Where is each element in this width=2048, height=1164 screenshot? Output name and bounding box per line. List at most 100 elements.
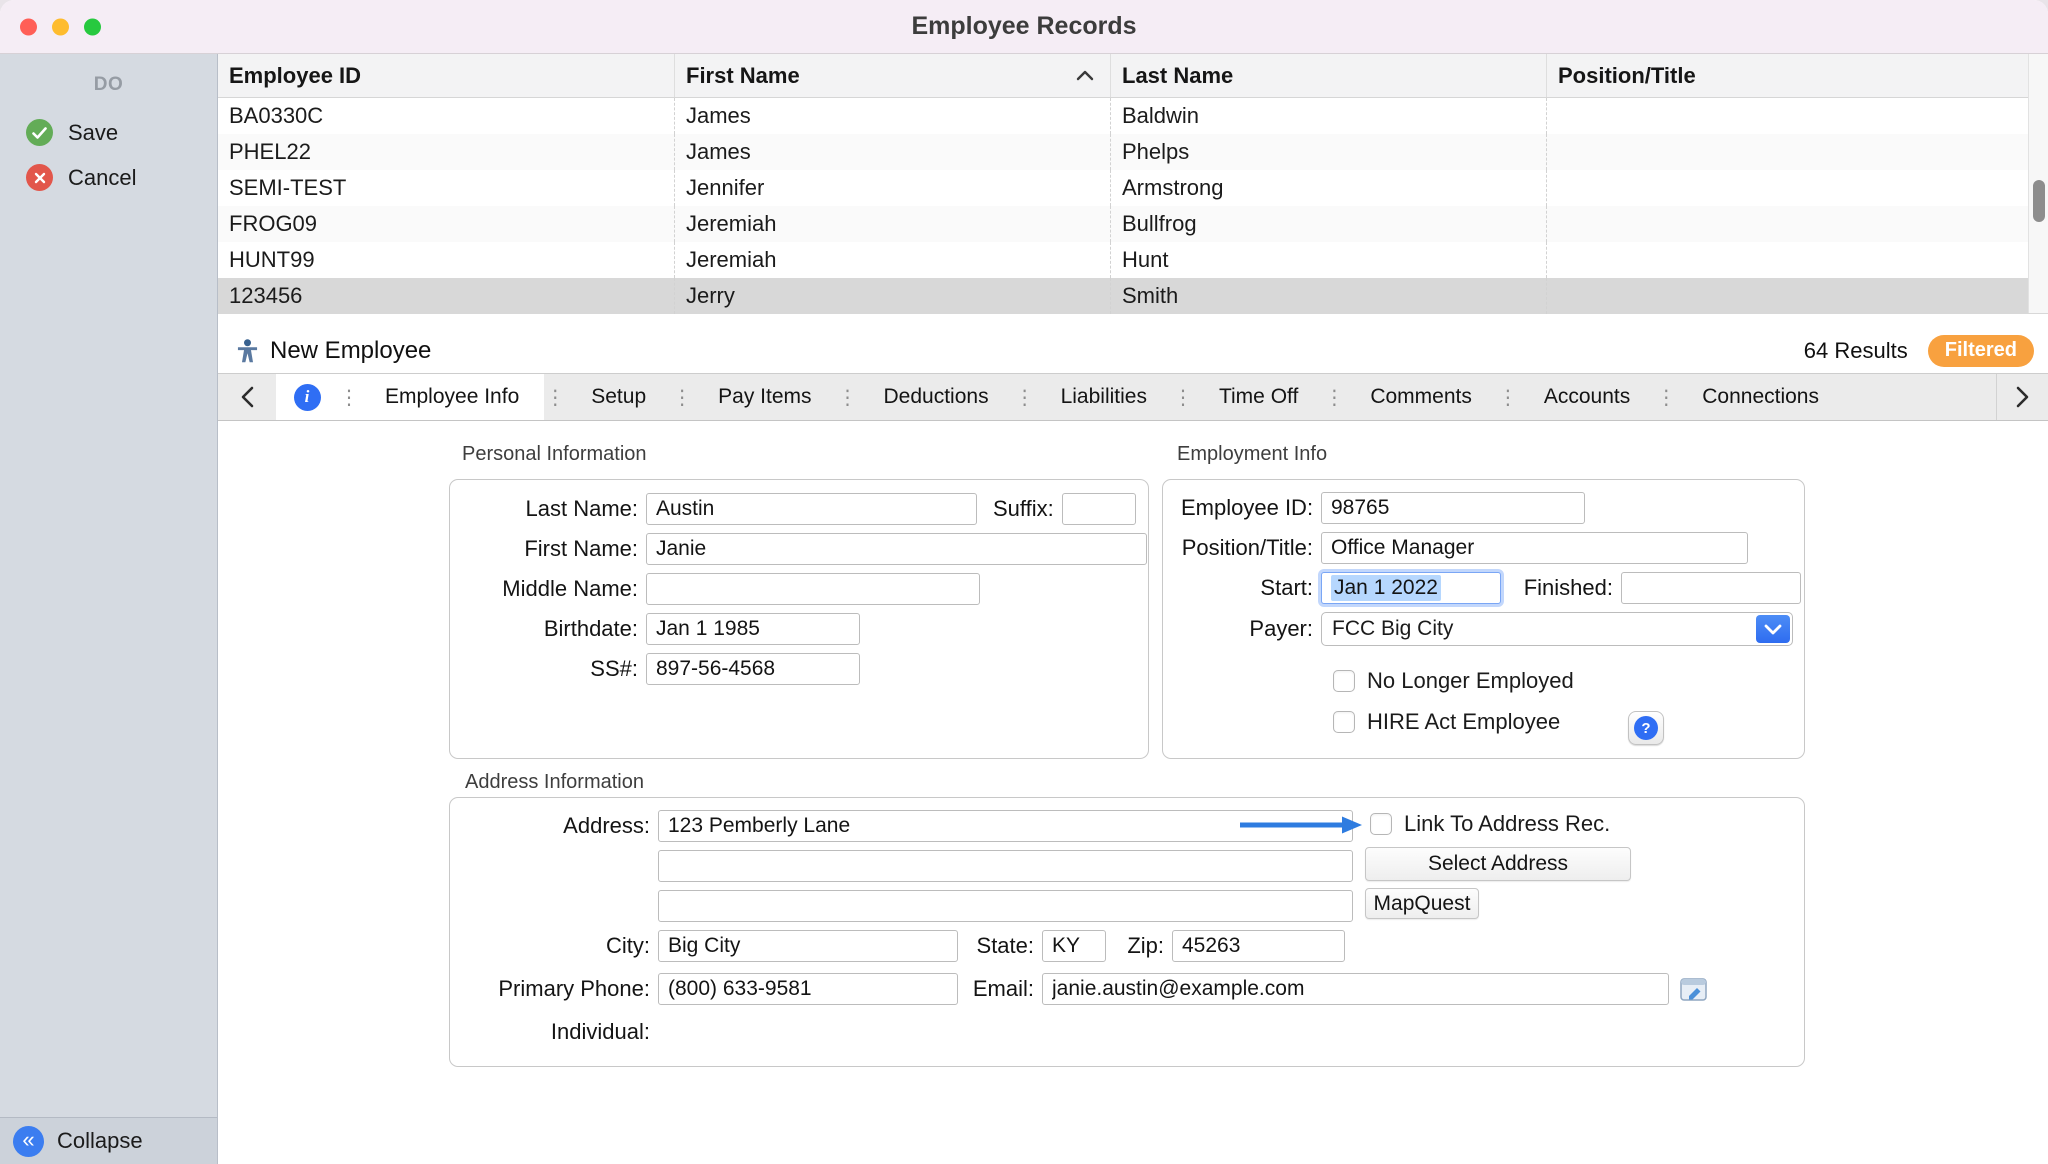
table-row-selected[interactable]: 123456 Jerry Smith [218, 278, 2048, 314]
cell-position [1546, 206, 2028, 242]
payer-dropdown-button[interactable] [1756, 615, 1790, 643]
collapse-button[interactable]: « Collapse [0, 1117, 217, 1164]
ssn-input[interactable] [646, 653, 860, 685]
table-row[interactable]: FROG09 Jeremiah Bullfrog [218, 206, 2048, 242]
address-info-group: Address: City: State: Zip: Primary Phone [449, 797, 1805, 1067]
cell-first-name: James [674, 98, 1110, 134]
tab-deductions[interactable]: Deductions [859, 374, 1014, 420]
save-check-icon [26, 119, 53, 146]
column-header-label: Last Name [1122, 63, 1233, 89]
select-address-button[interactable]: Select Address [1365, 847, 1631, 881]
cell-employee-id: 123456 [218, 278, 674, 314]
tab-label: Connections [1702, 385, 1819, 409]
table-row[interactable]: PHEL22 James Phelps [218, 134, 2048, 170]
tab-label: Comments [1370, 385, 1472, 409]
cell-last-name: Baldwin [1110, 98, 1546, 134]
table-body: BA0330C James Baldwin PHEL22 James Phelp… [218, 98, 2048, 314]
column-header-label: First Name [686, 63, 800, 89]
hire-act-checkbox[interactable] [1333, 711, 1355, 733]
first-name-input[interactable] [646, 533, 1147, 565]
tab-label: Deductions [884, 385, 989, 409]
collapse-chevrons-icon: « [13, 1126, 44, 1157]
employee-info-button[interactable]: i [276, 374, 338, 420]
tabs-scroll-left-button[interactable] [218, 374, 276, 420]
city-input[interactable] [658, 930, 958, 962]
address-line3-input[interactable] [658, 890, 1353, 922]
column-header-label: Position/Title [1558, 63, 1696, 89]
payer-label: Payer: [1181, 616, 1313, 642]
save-label: Save [68, 120, 118, 146]
column-header-last-name[interactable]: Last Name [1110, 54, 1546, 97]
minimize-window-button[interactable] [52, 18, 69, 35]
chevron-down-icon [1764, 624, 1782, 635]
annotation-arrow-icon [1238, 815, 1364, 835]
tab-separator-icon: ⋮ [837, 374, 859, 420]
cell-first-name: Jennifer [674, 170, 1110, 206]
zip-input[interactable] [1172, 930, 1345, 962]
finished-date-input[interactable] [1621, 572, 1801, 604]
save-button[interactable]: Save [0, 110, 217, 155]
start-date-input[interactable]: Jan 1 2022 [1321, 572, 1501, 604]
tab-connections[interactable]: Connections [1677, 374, 1844, 420]
table-row[interactable]: BA0330C James Baldwin [218, 98, 2048, 134]
tab-label: Accounts [1544, 385, 1630, 409]
column-header-first-name[interactable]: First Name [674, 54, 1110, 97]
filtered-badge[interactable]: Filtered [1928, 335, 2034, 367]
state-label: State: [970, 933, 1034, 959]
column-header-position[interactable]: Position/Title [1546, 54, 2028, 97]
tabs-scroll-right-button[interactable] [1996, 374, 2048, 420]
zoom-window-button[interactable] [84, 18, 101, 35]
cell-position [1546, 278, 2028, 314]
tab-time-off[interactable]: Time Off [1194, 374, 1323, 420]
sidebar: DO Save Cancel « Collapse [0, 54, 218, 1164]
employee-id-input[interactable] [1321, 492, 1585, 524]
scrollbar-thumb[interactable] [2033, 180, 2045, 222]
payer-select[interactable]: FCC Big City [1321, 612, 1793, 646]
employee-person-icon [234, 338, 261, 365]
employee-id-label: Employee ID: [1181, 495, 1313, 521]
link-to-address-checkbox[interactable] [1370, 813, 1392, 835]
chevron-right-icon [2016, 386, 2029, 408]
state-input[interactable] [1042, 930, 1106, 962]
column-header-employee-id[interactable]: Employee ID [218, 54, 674, 97]
birthdate-label: Birthdate: [468, 616, 638, 642]
hire-act-info-button[interactable]: ? [1628, 711, 1664, 745]
last-name-input[interactable] [646, 493, 977, 525]
employee-form: Personal Information Last Name: Suffix: … [218, 421, 2048, 1164]
position-title-input[interactable] [1321, 532, 1748, 564]
address-line2-input[interactable] [658, 850, 1353, 882]
tab-accounts[interactable]: Accounts [1519, 374, 1655, 420]
employee-table: Employee ID First Name Last Name Positio… [218, 54, 2048, 314]
mapquest-button[interactable]: MapQuest [1365, 888, 1479, 919]
position-title-label: Position/Title: [1181, 535, 1313, 561]
cell-first-name: Jeremiah [674, 206, 1110, 242]
tab-liabilities[interactable]: Liabilities [1036, 374, 1172, 420]
middle-name-label: Middle Name: [468, 576, 638, 602]
email-input[interactable] [1042, 973, 1669, 1005]
suffix-input[interactable] [1062, 493, 1136, 525]
link-to-address-label: Link To Address Rec. [1404, 811, 1610, 837]
address-info-heading: Address Information [465, 771, 644, 794]
primary-phone-input[interactable] [658, 973, 958, 1005]
tab-separator-icon: ⋮ [1014, 374, 1036, 420]
tab-pay-items[interactable]: Pay Items [693, 374, 836, 420]
table-row[interactable]: SEMI-TEST Jennifer Armstrong [218, 170, 2048, 206]
tab-employee-info[interactable]: Employee Info [360, 374, 544, 420]
compose-email-icon[interactable] [1679, 974, 1709, 1004]
tab-setup[interactable]: Setup [566, 374, 671, 420]
sort-ascending-icon [1076, 70, 1094, 81]
table-row[interactable]: HUNT99 Jeremiah Hunt [218, 242, 2048, 278]
no-longer-employed-checkbox[interactable] [1333, 670, 1355, 692]
cancel-button[interactable]: Cancel [0, 155, 217, 200]
middle-name-input[interactable] [646, 573, 980, 605]
link-to-address-row: Link To Address Rec. [1370, 811, 1610, 837]
table-scrollbar[interactable] [2028, 54, 2048, 313]
cell-first-name: Jeremiah [674, 242, 1110, 278]
birthdate-input[interactable] [646, 613, 860, 645]
payer-value: FCC Big City [1322, 617, 1453, 641]
cell-last-name: Armstrong [1110, 170, 1546, 206]
finished-date-label: Finished: [1517, 575, 1613, 601]
tab-comments[interactable]: Comments [1345, 374, 1497, 420]
no-longer-employed-label: No Longer Employed [1367, 668, 1574, 694]
close-window-button[interactable] [20, 18, 37, 35]
